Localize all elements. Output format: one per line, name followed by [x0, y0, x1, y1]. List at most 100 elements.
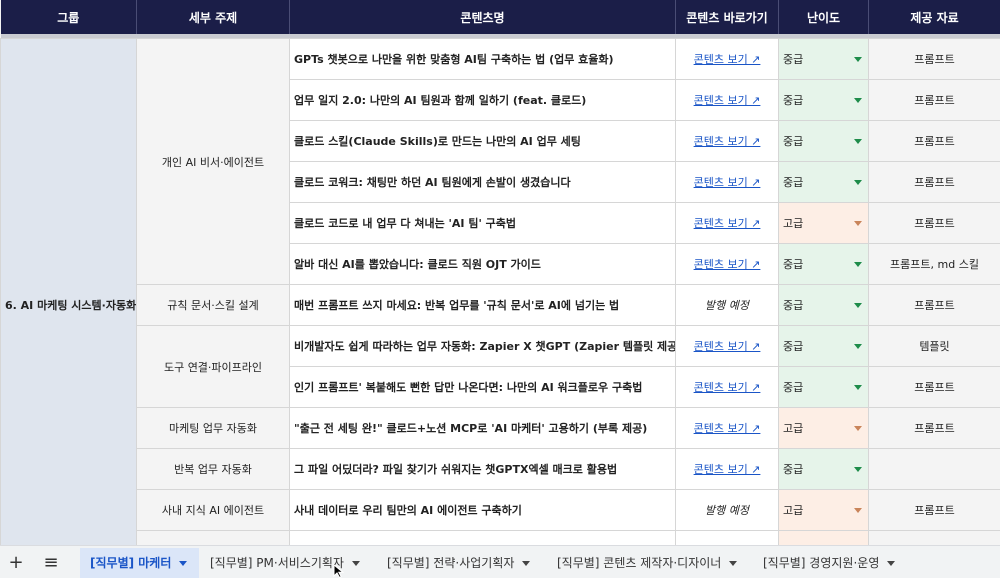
title-cell[interactable]: 업무 일지 2.0: 나만의 AI 팀원과 함께 일하기 (feat. 클로드)	[290, 80, 676, 121]
sheet-tab-strategy[interactable]: [직무별] 전략·사업기획자	[377, 548, 546, 578]
difficulty-dropdown[interactable]: 중급	[779, 244, 869, 285]
content-link-cell[interactable]: 콘텐츠 보기 ↗	[676, 121, 779, 162]
subtopic-cell[interactable]: 개인 AI 비서·에이전트	[137, 39, 290, 285]
content-link[interactable]: 콘텐츠 보기 ↗	[694, 135, 761, 148]
dropdown-caret-icon[interactable]	[854, 221, 862, 226]
content-link[interactable]: 콘텐츠 보기 ↗	[694, 53, 761, 66]
subtopic-cell[interactable]: 마케팅 업무 자동화	[137, 408, 290, 449]
chevron-down-icon[interactable]	[179, 561, 187, 566]
group-cell[interactable]: 6. AI 마케팅 시스템·자동화	[1, 39, 137, 546]
resource-cell[interactable]: 프롬프트	[869, 203, 1000, 244]
difficulty-dropdown[interactable]: 중급	[779, 80, 869, 121]
sheet-tab-content-creator[interactable]: [직무별] 콘텐츠 제작자·디자이너	[547, 548, 752, 578]
resource-cell[interactable]: 프롬프트	[869, 162, 1000, 203]
header-difficulty[interactable]: 난이도	[779, 0, 869, 34]
resource-cell[interactable]	[869, 531, 1000, 546]
resource-cell[interactable]: 템플릿	[869, 326, 1000, 367]
resource-cell[interactable]: 프롬프트	[869, 39, 1000, 80]
dropdown-caret-icon[interactable]	[854, 344, 862, 349]
resource-cell[interactable]	[869, 449, 1000, 490]
chevron-down-icon[interactable]	[522, 561, 530, 566]
resource-cell[interactable]: 프롬프트	[869, 80, 1000, 121]
difficulty-dropdown[interactable]: 고급	[779, 203, 869, 244]
resource-cell[interactable]: 프롬프트, md 스킬	[869, 244, 1000, 285]
sheet-tab-pm[interactable]: [직무별] PM·서비스기획자	[200, 548, 376, 578]
content-link[interactable]: 콘텐츠 보기 ↗	[694, 258, 761, 271]
resource-cell[interactable]: 프롬프트	[869, 490, 1000, 531]
header-subtopic[interactable]: 세부 주제	[137, 0, 290, 34]
content-link-cell[interactable]: 콘텐츠 보기 ↗	[676, 80, 779, 121]
add-sheet-icon[interactable]: +	[4, 546, 28, 579]
content-link[interactable]: 콘텐츠 보기 ↗	[694, 422, 761, 435]
header-content-title[interactable]: 콘텐츠명	[290, 0, 676, 34]
difficulty-dropdown[interactable]	[779, 531, 869, 546]
difficulty-dropdown[interactable]: 고급	[779, 490, 869, 531]
subtopic-cell[interactable]: 사내 지식 AI 에이전트	[137, 490, 290, 531]
title-cell[interactable]: 알바 대신 AI를 뽑았습니다: 클로드 직원 OJT 가이드	[290, 244, 676, 285]
dropdown-caret-icon[interactable]	[854, 57, 862, 62]
resource-cell[interactable]: 프롬프트	[869, 285, 1000, 326]
resource-cell[interactable]: 프롬프트	[869, 367, 1000, 408]
chevron-down-icon[interactable]	[887, 561, 895, 566]
title-cell[interactable]: 사내 데이터로 우리 팀만의 AI 에이전트 구축하기	[290, 490, 676, 531]
content-link-cell[interactable]: 콘텐츠 보기 ↗	[676, 367, 779, 408]
sheet-tab-operations[interactable]: [직무별] 경영지원·운영	[753, 548, 913, 578]
resource-cell[interactable]: 프롬프트	[869, 408, 1000, 449]
dropdown-caret-icon[interactable]	[854, 262, 862, 267]
title-cell[interactable]: 클로드 코드로 내 업무 다 쳐내는 'AI 팀' 구축법	[290, 203, 676, 244]
difficulty-dropdown[interactable]: 중급	[779, 449, 869, 490]
dropdown-caret-icon[interactable]	[854, 139, 862, 144]
title-cell[interactable]: 그 파일 어딨더라? 파일 찾기가 쉬워지는 챗GPTX엑셀 매크로 활용법	[290, 449, 676, 490]
content-link-cell[interactable]: 콘텐츠 보기 ↗	[676, 39, 779, 80]
content-link[interactable]: 콘텐츠 보기 ↗	[694, 463, 761, 476]
pending-cell[interactable]: 발행 예정	[676, 490, 779, 531]
content-link[interactable]: 콘텐츠 보기 ↗	[694, 94, 761, 107]
difficulty-dropdown[interactable]: 중급	[779, 39, 869, 80]
dropdown-caret-icon[interactable]	[854, 426, 862, 431]
content-link-cell[interactable]: 콘텐츠 보기 ↗	[676, 408, 779, 449]
subtopic-cell[interactable]	[137, 531, 290, 546]
subtopic-cell[interactable]: 도구 연결·파이프라인	[137, 326, 290, 408]
title-cell[interactable]	[290, 531, 676, 546]
content-link-cell[interactable]	[676, 531, 779, 546]
header-group[interactable]: 그룹	[1, 0, 137, 34]
title-cell[interactable]: 매번 프롬프트 쓰지 마세요: 반복 업무를 '규칙 문서'로 AI에 넘기는 …	[290, 285, 676, 326]
content-link-cell[interactable]: 콘텐츠 보기 ↗	[676, 203, 779, 244]
title-cell[interactable]: 클로드 코워크: 채팅만 하던 AI 팀원에게 손발이 생겼습니다	[290, 162, 676, 203]
chevron-down-icon[interactable]	[729, 561, 737, 566]
dropdown-caret-icon[interactable]	[854, 303, 862, 308]
content-link-cell[interactable]: 콘텐츠 보기 ↗	[676, 162, 779, 203]
difficulty-dropdown[interactable]: 중급	[779, 285, 869, 326]
dropdown-caret-icon[interactable]	[854, 508, 862, 513]
difficulty-dropdown[interactable]: 중급	[779, 162, 869, 203]
chevron-down-icon[interactable]	[352, 561, 360, 566]
dropdown-caret-icon[interactable]	[854, 98, 862, 103]
content-link[interactable]: 콘텐츠 보기 ↗	[694, 176, 761, 189]
title-cell[interactable]: "출근 전 세팅 완!" 클로드+노션 MCP로 'AI 마케터' 고용하기 (…	[290, 408, 676, 449]
subtopic-cell[interactable]: 반복 업무 자동화	[137, 449, 290, 490]
content-link-cell[interactable]: 콘텐츠 보기 ↗	[676, 449, 779, 490]
difficulty-dropdown[interactable]: 중급	[779, 121, 869, 162]
content-link[interactable]: 콘텐츠 보기 ↗	[694, 381, 761, 394]
resource-cell[interactable]: 프롬프트	[869, 121, 1000, 162]
title-cell[interactable]: GPTs 챗봇으로 나만을 위한 맞춤형 AI팀 구축하는 법 (업무 효율화)	[290, 39, 676, 80]
content-link[interactable]: 콘텐츠 보기 ↗	[694, 217, 761, 230]
header-resources[interactable]: 제공 자료	[869, 0, 1000, 34]
pending-cell[interactable]: 발행 예정	[676, 285, 779, 326]
difficulty-dropdown[interactable]: 중급	[779, 367, 869, 408]
title-cell[interactable]: 비개발자도 쉽게 따라하는 업무 자동화: Zapier X 챗GPT (Zap…	[290, 326, 676, 367]
content-link-cell[interactable]: 콘텐츠 보기 ↗	[676, 326, 779, 367]
title-cell[interactable]: 클로드 스킬(Claude Skills)로 만드는 나만의 AI 업무 세팅	[290, 121, 676, 162]
dropdown-caret-icon[interactable]	[854, 385, 862, 390]
content-link[interactable]: 콘텐츠 보기 ↗	[694, 340, 761, 353]
difficulty-dropdown[interactable]: 고급	[779, 408, 869, 449]
dropdown-caret-icon[interactable]	[854, 467, 862, 472]
sheet-tab-marketer[interactable]: [직무별] 마케터	[80, 548, 199, 578]
all-sheets-menu-icon[interactable]: ≡	[38, 546, 64, 579]
content-link-cell[interactable]: 콘텐츠 보기 ↗	[676, 244, 779, 285]
subtopic-cell[interactable]: 규칙 문서·스킬 설계	[137, 285, 290, 326]
dropdown-caret-icon[interactable]	[854, 180, 862, 185]
header-content-link[interactable]: 콘텐츠 바로가기	[676, 0, 779, 34]
difficulty-dropdown[interactable]: 중급	[779, 326, 869, 367]
title-cell[interactable]: 인기 프롬프트' 복붙해도 뻔한 답만 나온다면: 나만의 AI 워크플로우 구…	[290, 367, 676, 408]
